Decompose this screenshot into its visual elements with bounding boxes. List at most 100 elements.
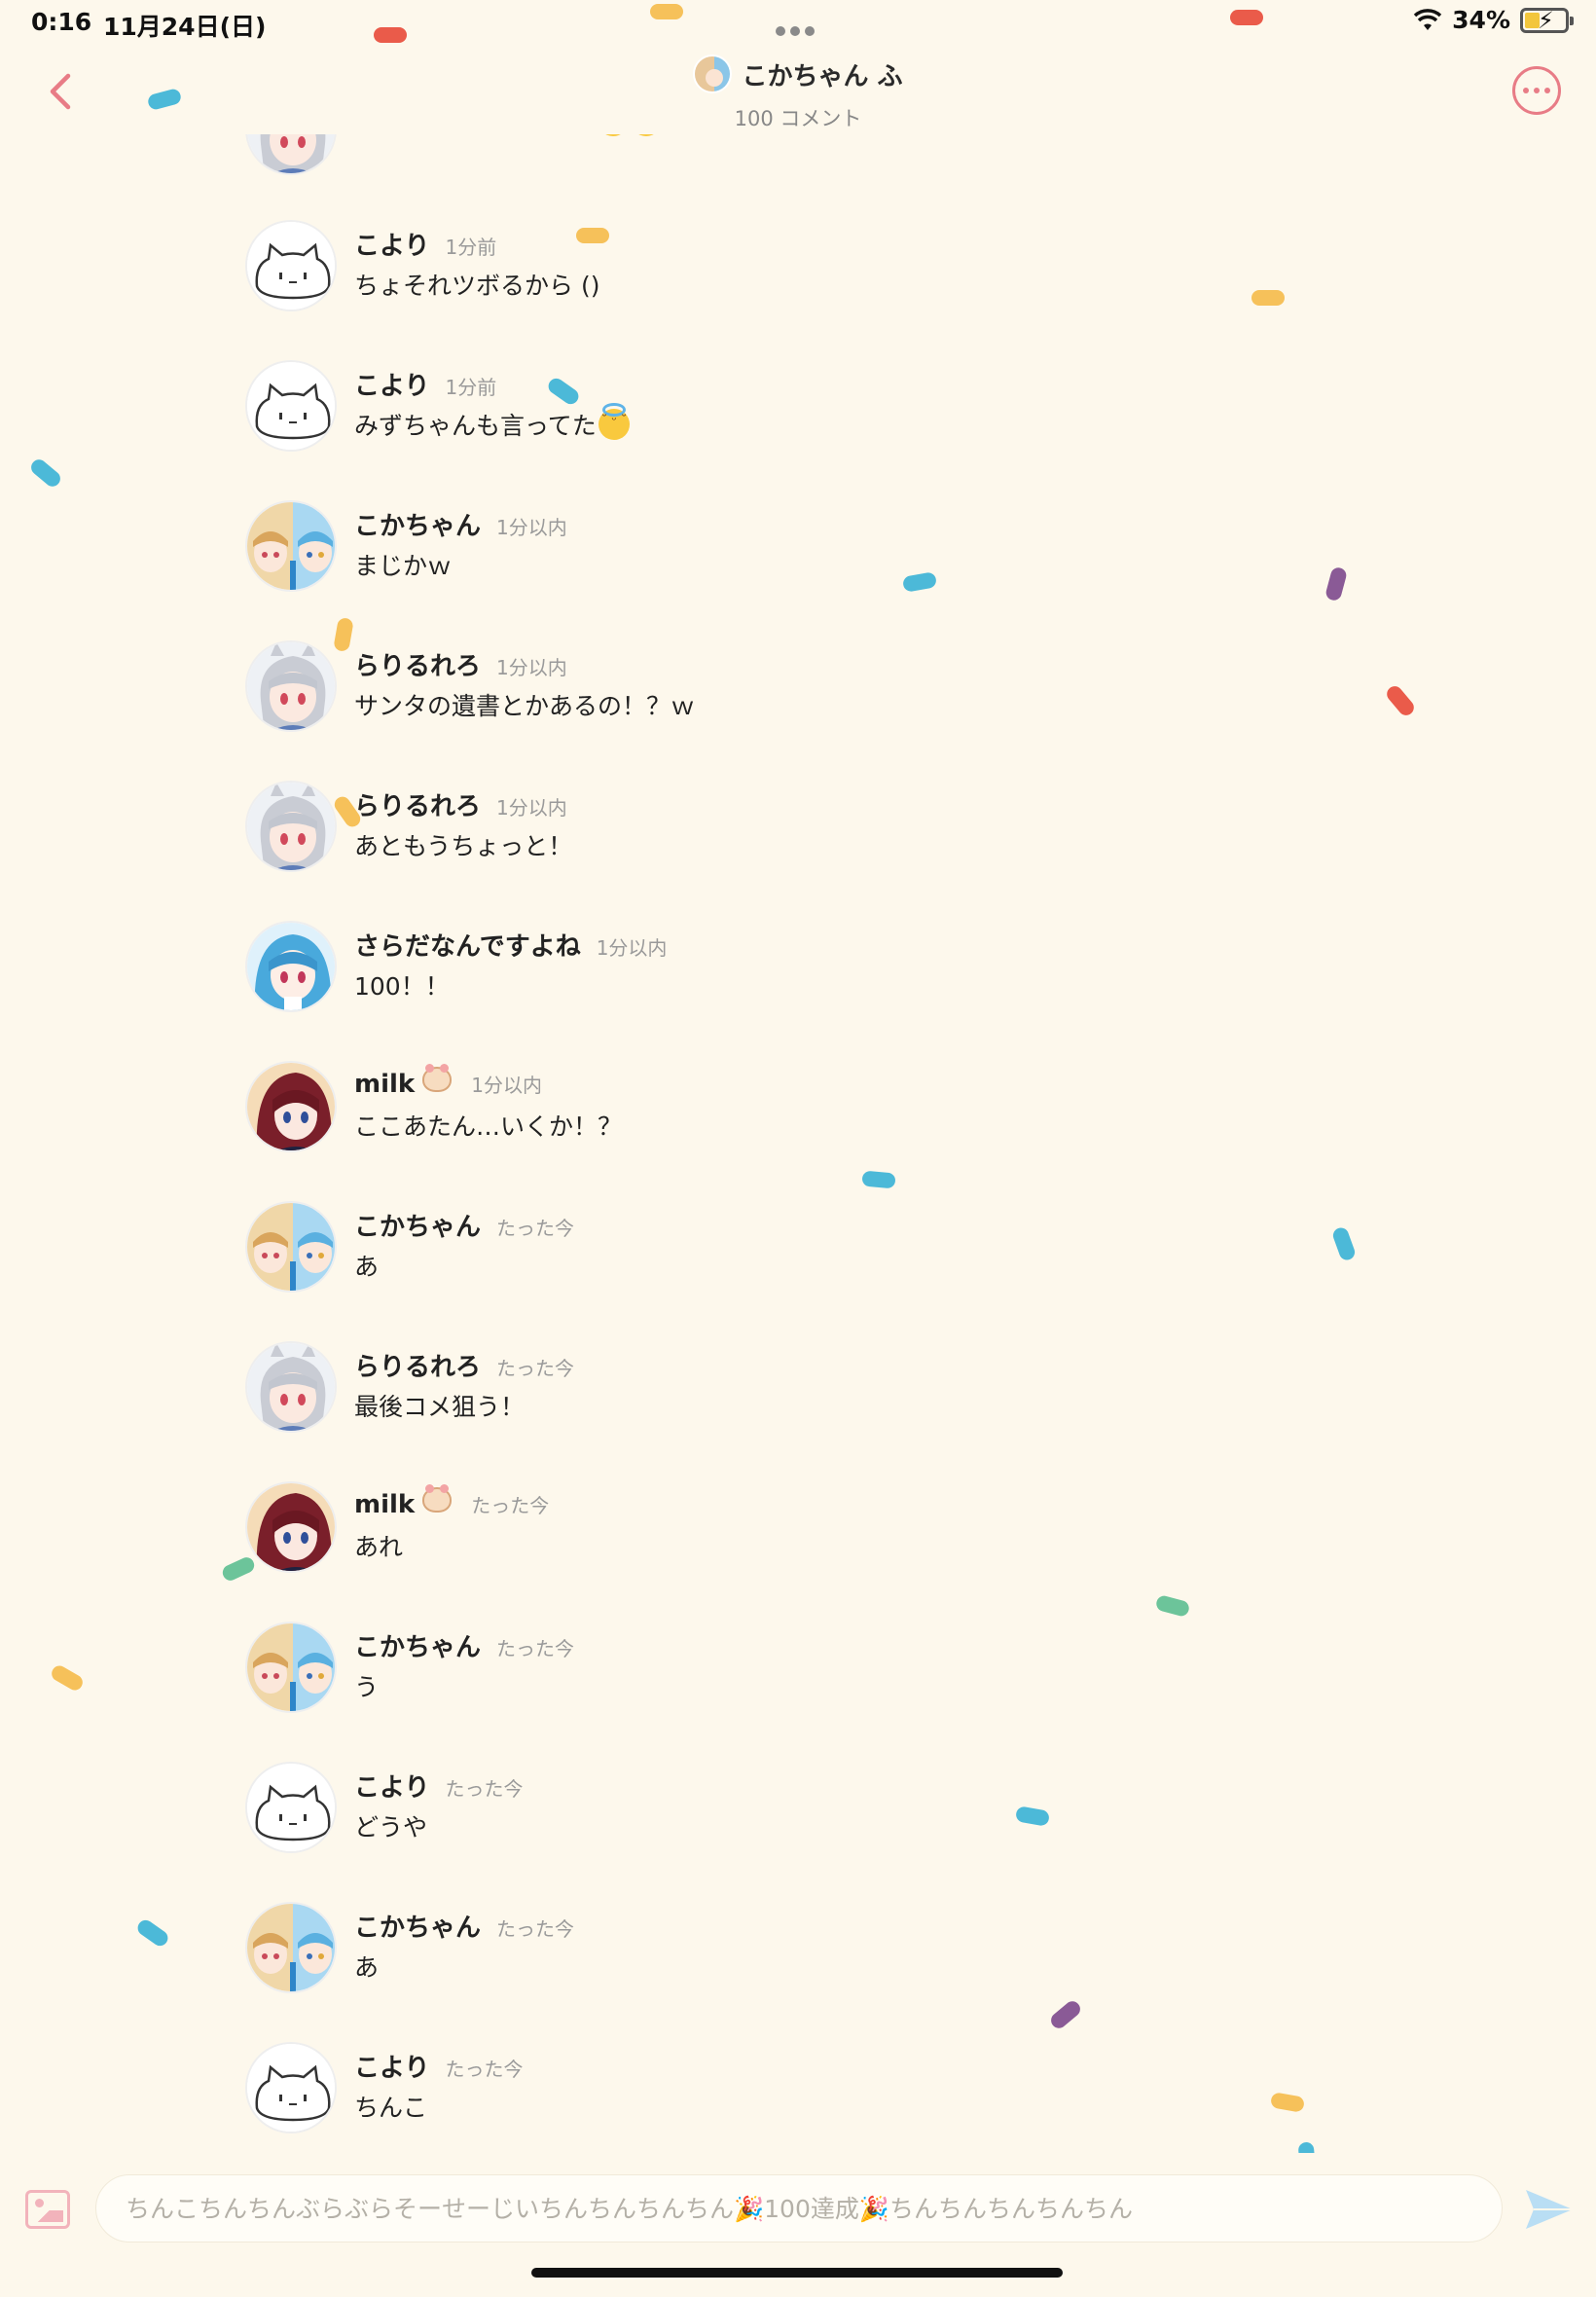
comment-meta: こより たった今 (354, 2048, 523, 2084)
comment-meta: milk たった今 (354, 1484, 549, 1519)
angel-emoji-icon (598, 403, 630, 440)
comment-text: ちんこ (354, 2089, 427, 2124)
user-name[interactable]: こより (354, 1768, 429, 1804)
comment-meta: こより 1分前 (354, 366, 496, 402)
comment-text-content: サンタの遺書とかあるの！？ｗ (354, 692, 696, 720)
status-right: 34% ⚡ (1413, 6, 1574, 34)
more-dot-icon (1544, 88, 1550, 93)
more-dot-icon (1534, 88, 1540, 93)
battery-icon: ⚡ (1520, 6, 1574, 34)
comment-meta: こかちゃん 1分以内 (354, 506, 567, 542)
confetti-piece (861, 1170, 896, 1189)
comment-text: ここあたん…いくか！？ (354, 1108, 622, 1143)
comment-time: たった今 (496, 1637, 575, 1660)
user-avatar[interactable] (245, 2042, 337, 2133)
comment-text-content: どうや (354, 1813, 428, 1841)
user-avatar[interactable] (245, 781, 337, 872)
user-name[interactable]: こかちゃん (354, 1627, 481, 1663)
charging-bolt-icon: ⚡ (1538, 6, 1554, 34)
comment-text: あ (354, 1949, 379, 1984)
comment-text-content: 最後コメ狙う！ (354, 1393, 526, 1421)
comment-meta: らりるれろ たった今 (354, 1347, 574, 1383)
composer-bar: ちんこちんちんぶらぶらそーせーじいちんちんちんちん🎉100達成🎉ちんちんちんちん… (0, 2153, 1596, 2260)
comment-text-content: ここあたん…いくか！？ (354, 1112, 623, 1141)
comment-text-content: 100！！ (354, 972, 450, 1001)
comment-time: 1分前 (445, 236, 497, 259)
user-avatar[interactable] (245, 1341, 337, 1433)
comment-time: 1分以内 (596, 936, 668, 960)
comment-text-content: あ (354, 1253, 380, 1281)
comment-text: みずちゃんも言ってた (354, 403, 630, 442)
comment-text-content: クラスの子が言ってた (354, 134, 596, 136)
user-avatar[interactable] (245, 134, 337, 175)
header-center: こかちゃん ふ 100 コメント (0, 55, 1596, 132)
comment-list[interactable]: クラスの子が言ってたこより1分前ちょそれツボるから ()こより1分前みずちゃんも… (0, 134, 1596, 2151)
room-title: こかちゃん ふ (742, 61, 903, 91)
image-attach-button[interactable] (25, 2190, 70, 2229)
comment-text-content: まじかｗ (354, 552, 453, 580)
home-indicator[interactable] (531, 2268, 1063, 2278)
status-date: 11月24日(日) (103, 13, 267, 41)
comment-text: う (354, 1668, 379, 1703)
comment-text: ちょそれツボるから () (354, 267, 599, 302)
status-bar: 0:16 11月24日(日) 34% ⚡ (0, 0, 1596, 47)
user-avatar[interactable] (245, 1622, 337, 1713)
comment-text-content: あれ (354, 1533, 404, 1561)
comment-text: 最後コメ狙う！ (354, 1388, 525, 1423)
header-title-row[interactable]: こかちゃん ふ (693, 55, 903, 93)
user-name[interactable]: らりるれろ (354, 646, 481, 682)
comment-count: 100 コメント (734, 107, 862, 130)
wifi-icon (1413, 8, 1442, 30)
multitask-dots-icon[interactable] (776, 14, 819, 42)
user-avatar[interactable] (245, 360, 337, 452)
confetti-piece (374, 27, 407, 43)
header: こかちゃん ふ 100 コメント (0, 47, 1596, 134)
more-options-button[interactable] (1512, 66, 1561, 115)
user-name[interactable]: こより (354, 366, 429, 402)
user-avatar[interactable] (245, 220, 337, 311)
user-avatar[interactable] (245, 1902, 337, 1993)
user-avatar[interactable] (245, 1762, 337, 1853)
user-name[interactable]: milk (354, 1490, 415, 1519)
comment-text-content: ちんこ (354, 2094, 428, 2122)
user-name[interactable]: こかちゃん (354, 1207, 481, 1243)
user-name[interactable]: さらだなんですよね (354, 927, 581, 963)
comment-time: たった今 (445, 1777, 524, 1801)
comment-time: 1分以内 (471, 1074, 542, 1097)
comment-meta: こかちゃん たった今 (354, 1207, 574, 1243)
comment-meta: さらだなんですよね 1分以内 (354, 927, 667, 963)
comment-text: サンタの遺書とかあるの！？ｗ (354, 687, 695, 722)
user-avatar[interactable] (245, 640, 337, 732)
comment-time: たった今 (496, 1917, 575, 1941)
user-avatar[interactable] (245, 1201, 337, 1293)
user-avatar[interactable] (245, 500, 337, 592)
confetti-piece (1230, 10, 1263, 25)
comment-text: クラスの子が言ってた (354, 134, 663, 138)
user-name[interactable]: こかちゃん (354, 1908, 481, 1944)
user-avatar[interactable] (245, 1061, 337, 1152)
user-avatar[interactable] (245, 921, 337, 1012)
confetti-piece (650, 4, 683, 19)
user-name[interactable]: milk (354, 1070, 415, 1099)
comment-text: どうや (354, 1808, 427, 1843)
user-name[interactable]: らりるれろ (354, 1347, 481, 1383)
comment-text-content: う (354, 1673, 380, 1701)
user-name[interactable]: らりるれろ (354, 786, 481, 822)
comment-text-content: ちょそれツボるから () (354, 272, 600, 300)
user-name[interactable]: こかちゃん (354, 506, 481, 542)
comment-meta: らりるれろ 1分以内 (354, 646, 567, 682)
user-avatar[interactable] (245, 1481, 337, 1573)
comment-time: たった今 (496, 1217, 575, 1240)
comment-text: あれ (354, 1528, 403, 1563)
room-avatar (693, 55, 733, 93)
user-name[interactable]: こより (354, 2048, 429, 2084)
send-button[interactable] (1524, 2186, 1575, 2233)
comment-meta: こかちゃん たった今 (354, 1627, 574, 1663)
user-name[interactable]: こより (354, 226, 429, 262)
angel-emoji-icon (598, 134, 630, 136)
angel-emoji-icon (631, 134, 663, 136)
comment-text: あ (354, 1248, 379, 1283)
comment-input[interactable]: ちんこちんちんぶらぶらそーせーじいちんちんちんちん🎉100達成🎉ちんちんちんちん… (95, 2174, 1503, 2242)
comment-text: あともうちょっと！ (354, 827, 572, 862)
hamster-icon (422, 1484, 453, 1513)
